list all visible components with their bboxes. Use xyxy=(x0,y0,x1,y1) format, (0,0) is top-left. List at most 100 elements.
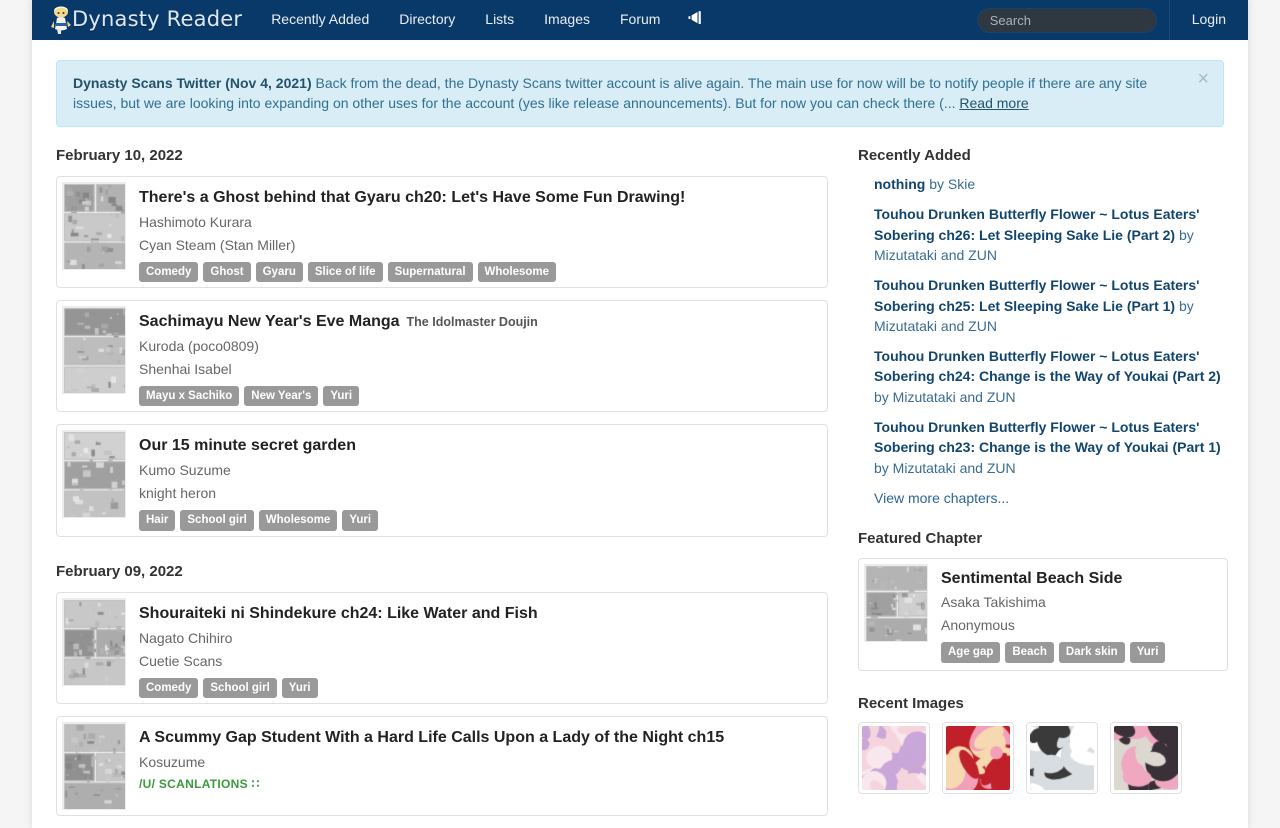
recent-chapter-link[interactable]: Touhou Drunken Butterfly Flower ~ Lotus … xyxy=(874,206,1200,263)
cover-thumbnail[interactable] xyxy=(62,182,126,271)
entry-scanlator: Cyan Steam (Stan Miller) xyxy=(139,236,296,253)
entry-title[interactable]: Sachimayu New Year's Eve Manga xyxy=(139,313,400,330)
entry-body: Our 15 minute secret garden Kumo Suzume … xyxy=(126,430,822,531)
entry-title[interactable]: Our 15 minute secret garden xyxy=(139,437,356,454)
tag[interactable]: Yuri xyxy=(323,386,360,407)
top-navbar: Dynasty Reader Recently Added Directory … xyxy=(32,0,1248,40)
tag[interactable]: Wholesome xyxy=(477,261,557,283)
tag-list: Mayu x Sachiko New Year's Yuri xyxy=(139,386,822,407)
search-input[interactable] xyxy=(976,7,1157,33)
chapter-byline: by Skie xyxy=(925,176,976,193)
tag[interactable]: Dark skin xyxy=(1058,642,1125,663)
sidebar-recently-added-title: Recently Added xyxy=(858,146,971,164)
table-row[interactable]: Our 15 minute secret garden Kumo Suzume … xyxy=(56,424,828,537)
view-more-chapters-link[interactable]: View more chapters... xyxy=(874,490,1009,506)
tag[interactable]: Mayu x Sachiko xyxy=(139,386,240,407)
chapter-byline: by Mizutataki and ZUN xyxy=(874,388,1016,405)
nav-recently-added[interactable]: Recently Added xyxy=(256,0,384,40)
entry-author: Hashimoto Kurara xyxy=(139,213,252,230)
list-item: Touhou Drunken Butterfly Flower ~ Lotus … xyxy=(874,275,1228,336)
announcement-banner: × Dynasty Scans Twitter (Nov 4, 2021) Ba… xyxy=(56,60,1224,127)
tag[interactable]: Slice of life xyxy=(307,261,383,283)
cover-thumbnail[interactable] xyxy=(62,430,126,519)
tag[interactable]: Ghost xyxy=(203,261,251,283)
tag-list: Age gap Beach Dark skin Yuri xyxy=(941,642,1166,663)
tag-list: Hair School girl Wholesome Yuri xyxy=(139,510,822,531)
featured-title-link[interactable]: Sentimental Beach Side xyxy=(941,570,1122,587)
entry-author: Nagato Chihiro xyxy=(139,629,233,646)
mascot-icon xyxy=(50,5,72,35)
recent-chapter-link[interactable]: Touhou Drunken Butterfly Flower ~ Lotus … xyxy=(874,419,1221,476)
chapter-byline: by Mizutataki and ZUN xyxy=(874,459,1016,476)
entry-title[interactable]: There's a Ghost behind that Gyaru ch20: … xyxy=(139,189,685,206)
table-row[interactable]: A Scummy Gap Student With a Hard Life Ca… xyxy=(56,716,828,817)
tag[interactable]: Wholesome xyxy=(258,510,338,531)
cover-thumbnail[interactable] xyxy=(62,598,126,686)
entry-scanlator: Cuetie Scans xyxy=(139,652,223,669)
tag[interactable]: New Year's xyxy=(244,386,319,407)
entry-body: There's a Ghost behind that Gyaru ch20: … xyxy=(126,182,822,283)
cover-thumbnail[interactable] xyxy=(62,722,126,811)
entry-scanlator: Shenhai Isabel xyxy=(139,361,232,378)
tag[interactable]: Comedy xyxy=(139,261,199,283)
tag[interactable]: Yuri xyxy=(281,677,318,699)
brand-text: Dynasty Reader xyxy=(72,7,243,31)
tag[interactable]: Beach xyxy=(1005,642,1054,663)
date-heading: February 09, 2022 xyxy=(56,562,183,580)
entry-title[interactable]: A Scummy Gap Student With a Hard Life Ca… xyxy=(139,729,724,746)
nav-images[interactable]: Images xyxy=(529,0,605,40)
login-button[interactable]: Login xyxy=(1170,0,1248,40)
entry-author: Kumo Suzume xyxy=(139,462,231,479)
tag[interactable]: Yuri xyxy=(1129,642,1166,663)
cover-thumbnail[interactable] xyxy=(864,563,928,642)
list-item: Touhou Drunken Butterfly Flower ~ Lotus … xyxy=(874,417,1228,478)
recent-chapter-link[interactable]: nothing by Skie xyxy=(874,176,975,192)
list-item: View more chapters... xyxy=(874,488,1228,508)
table-row[interactable]: There's a Ghost behind that Gyaru ch20: … xyxy=(56,176,828,289)
recent-chapter-link[interactable]: Touhou Drunken Butterfly Flower ~ Lotus … xyxy=(874,277,1200,334)
tag[interactable]: Comedy xyxy=(139,677,199,699)
navbar-right: Login xyxy=(976,0,1248,40)
list-item: nothing by Skie xyxy=(874,174,1228,194)
entry-body: A Scummy Gap Student With a Hard Life Ca… xyxy=(126,722,822,810)
tag[interactable]: School girl xyxy=(180,510,254,531)
entry-title[interactable]: Shouraiteki ni Shindekure ch24: Like Wat… xyxy=(139,605,538,622)
close-icon[interactable]: × xyxy=(1193,67,1213,91)
cover-thumbnail[interactable] xyxy=(62,306,126,395)
search-wrapper xyxy=(976,7,1169,33)
entry-body: Shouraiteki ni Shindekure ch24: Like Wat… xyxy=(126,598,822,699)
tag[interactable]: School girl xyxy=(203,677,277,699)
brand-logo[interactable]: Dynasty Reader xyxy=(32,0,256,40)
recent-image-thumb[interactable] xyxy=(942,722,1014,795)
sidebar-recent-images-title: Recent Images xyxy=(858,694,964,712)
nav-forum[interactable]: Forum xyxy=(605,0,675,40)
recently-added-list: nothing by Skie Touhou Drunken Butterfly… xyxy=(858,174,1228,508)
entry-author: Kuroda (poco0809) xyxy=(139,338,259,355)
read-more-link[interactable]: Read more xyxy=(959,95,1028,111)
table-row[interactable]: Shouraiteki ni Shindekure ch24: Like Wat… xyxy=(56,592,828,705)
chapter-feed: February 10, 2022 There's a Ghost behind… xyxy=(56,145,828,828)
entry-scanlator: knight heron xyxy=(139,485,217,502)
sidebar-featured-title: Featured Chapter xyxy=(858,530,983,548)
nav-lists[interactable]: Lists xyxy=(470,0,529,40)
recent-image-thumb[interactable] xyxy=(1110,722,1182,795)
primary-nav: Recently Added Directory Lists Images Fo… xyxy=(256,0,716,40)
tag[interactable]: Gyaru xyxy=(255,261,303,283)
tag[interactable]: Supernatural xyxy=(387,261,473,283)
featured-body: Sentimental Beach Side Asaka Takishima A… xyxy=(928,564,1166,665)
page-container: Dynasty Reader Recently Added Directory … xyxy=(32,0,1248,828)
tag[interactable]: Hair xyxy=(139,510,176,531)
featured-chapter-card[interactable]: Sentimental Beach Side Asaka Takishima A… xyxy=(858,557,1228,671)
chapter-title: Touhou Drunken Butterfly Flower ~ Lotus … xyxy=(874,348,1221,385)
chapter-title: Touhou Drunken Butterfly Flower ~ Lotus … xyxy=(874,206,1200,243)
nav-directory[interactable]: Directory xyxy=(384,0,470,40)
entry-scanlator: /U/ SCANLATIONS ∷ xyxy=(139,777,260,792)
recent-chapter-link[interactable]: Touhou Drunken Butterfly Flower ~ Lotus … xyxy=(874,348,1221,405)
recent-image-thumb[interactable] xyxy=(1026,722,1098,795)
content-columns: February 10, 2022 There's a Ghost behind… xyxy=(56,145,1228,828)
recent-image-thumb[interactable] xyxy=(858,722,930,795)
tag[interactable]: Yuri xyxy=(342,510,379,531)
table-row[interactable]: Sachimayu New Year's Eve Manga The Idolma… xyxy=(56,300,828,413)
nav-announcements[interactable] xyxy=(675,0,716,40)
tag[interactable]: Age gap xyxy=(941,642,1001,663)
